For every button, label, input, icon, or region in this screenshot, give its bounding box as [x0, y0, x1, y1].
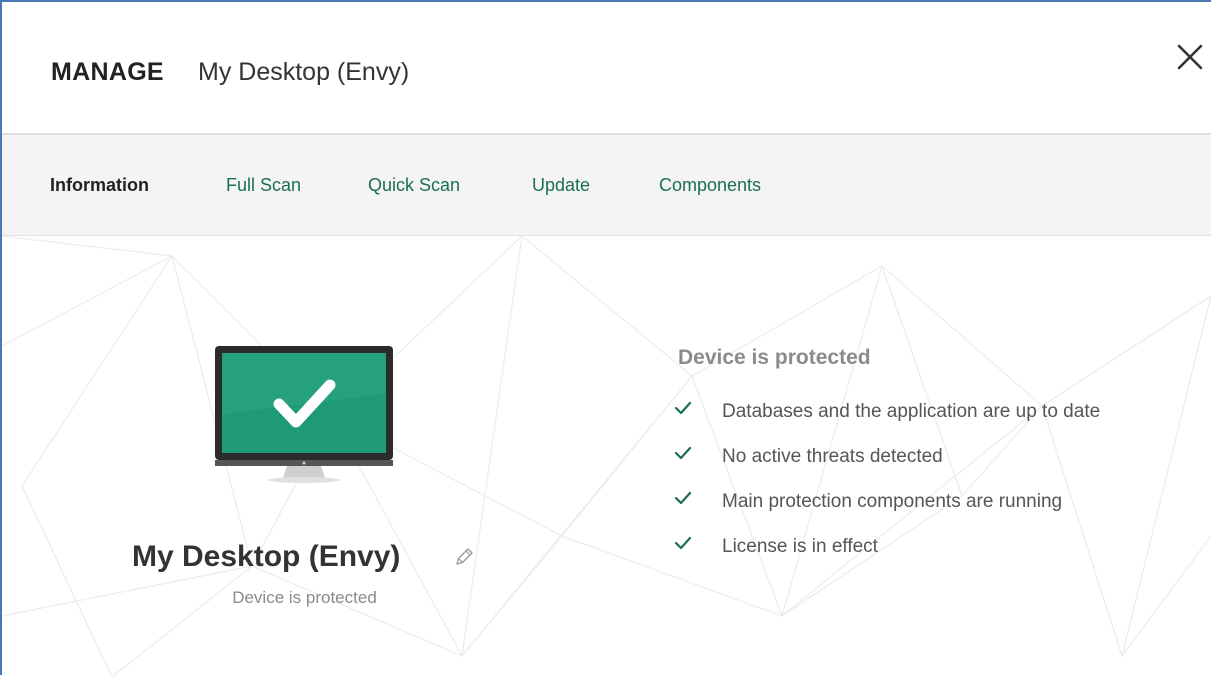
pencil-icon[interactable]	[453, 546, 475, 568]
check-icon	[674, 491, 692, 505]
status-item: Databases and the application are up to …	[674, 396, 1174, 428]
dialog-device-name: My Desktop (Envy)	[198, 58, 410, 86]
status-item: License is in effect	[674, 531, 1174, 563]
status-item: Main protection components are running	[674, 486, 1174, 518]
device-name: My Desktop (Envy)	[132, 540, 401, 573]
check-icon	[674, 536, 692, 550]
status-item-text: Databases and the application are up to …	[722, 401, 1101, 422]
status-list: Databases and the application are up to …	[674, 396, 1174, 576]
check-icon	[674, 446, 692, 460]
tab-information[interactable]: Information	[50, 175, 149, 196]
manage-dialog: MANAGE My Desktop (Envy) Information Ful…	[0, 0, 1211, 677]
tab-update[interactable]: Update	[532, 175, 590, 196]
information-panel: My Desktop (Envy) Device is protected De…	[2, 236, 1211, 677]
status-title: Device is protected	[678, 346, 871, 369]
device-status-label: Device is protected	[232, 588, 377, 607]
tab-components[interactable]: Components	[659, 175, 761, 196]
monitor-check-icon	[215, 346, 393, 483]
tab-bar: Information Full Scan Quick Scan Update …	[2, 135, 1211, 236]
status-item-text: Main protection components are running	[722, 491, 1063, 512]
check-icon	[674, 401, 692, 415]
status-item-text: No active threats detected	[722, 446, 943, 467]
status-item-text: License is in effect	[722, 536, 878, 557]
tab-full-scan[interactable]: Full Scan	[226, 175, 301, 196]
dialog-header: MANAGE My Desktop (Envy)	[2, 2, 1211, 135]
tab-quick-scan[interactable]: Quick Scan	[368, 175, 460, 196]
dialog-title: MANAGE	[51, 58, 164, 86]
close-icon[interactable]	[1175, 42, 1205, 72]
status-item: No active threats detected	[674, 441, 1174, 473]
